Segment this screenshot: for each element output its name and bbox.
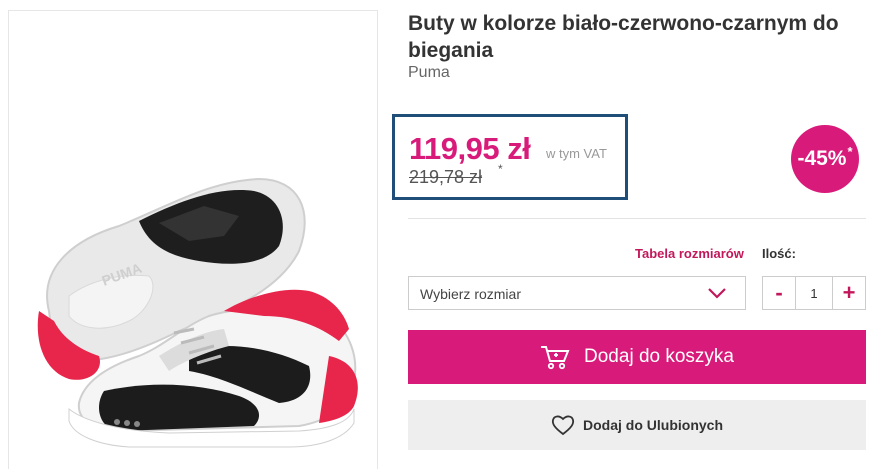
- add-to-cart-label: Dodaj do koszyka: [584, 346, 734, 367]
- price-box: 119,95 zł w tym VAT 219,78 zł *: [392, 114, 628, 200]
- quantity-value[interactable]: 1: [796, 277, 832, 309]
- add-to-favorites-label: Dodaj do Ulubionych: [583, 417, 723, 433]
- chevron-down-icon: [707, 286, 727, 305]
- add-to-cart-button[interactable]: Dodaj do koszyka: [408, 330, 866, 384]
- size-chart-link[interactable]: Tabela rozmiarów: [635, 246, 744, 261]
- product-brand[interactable]: Puma: [408, 64, 450, 82]
- add-to-favorites-button[interactable]: Dodaj do Ulubionych: [408, 400, 866, 450]
- price-old-asterisk: *: [498, 162, 503, 176]
- price-current: 119,95 zł: [409, 131, 531, 166]
- price-old: 219,78 zł: [409, 167, 483, 187]
- product-title: Buty w kolorze biało-czerwono-czarnym do…: [408, 12, 839, 62]
- quantity-label: Ilość:: [762, 246, 796, 261]
- size-select[interactable]: Wybierz rozmiar: [408, 276, 746, 310]
- price-vat-note: w tym VAT: [546, 146, 607, 161]
- cart-icon: [540, 344, 570, 370]
- quantity-increase-button[interactable]: +: [832, 277, 865, 309]
- quantity-stepper: - 1 +: [762, 276, 866, 310]
- product-image: PUMA: [37, 177, 358, 448]
- divider: [408, 218, 866, 219]
- heart-icon: [551, 414, 575, 436]
- quantity-decrease-button[interactable]: -: [763, 277, 796, 309]
- discount-badge: -45% *: [791, 125, 859, 193]
- discount-asterisk: *: [847, 143, 853, 159]
- size-select-placeholder: Wybierz rozmiar: [420, 286, 521, 302]
- discount-value: -45%: [797, 147, 847, 170]
- product-image-panel[interactable]: PUMA: [8, 10, 378, 469]
